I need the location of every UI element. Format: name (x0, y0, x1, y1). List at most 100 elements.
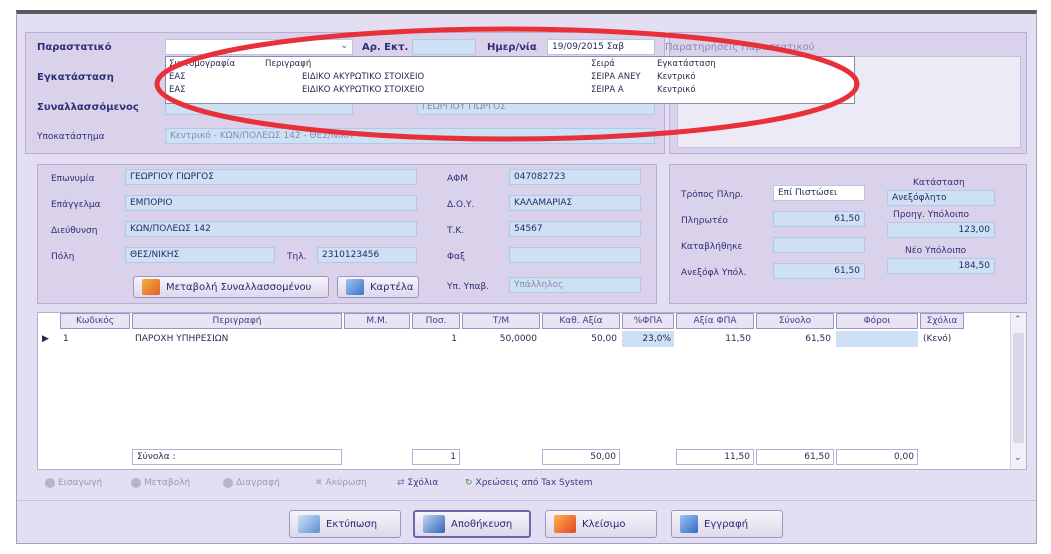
people-icon (142, 279, 160, 295)
col-header-foroi[interactable]: Φόροι (836, 313, 918, 329)
totals-label: Σύνολα : (132, 449, 342, 465)
change-customer-button[interactable]: Μεταβολή Συναλλασσομένου (133, 276, 329, 298)
col-header-pos[interactable]: Ποσ. (412, 313, 460, 329)
total-kath: 50,00 (542, 449, 620, 465)
edit-line-label: Μεταβολή (144, 478, 191, 488)
tropos-label: Τρόπος Πληρ. (681, 190, 744, 200)
epaggelma-field[interactable]: ΕΜΠΟΡΙΟ (125, 195, 417, 211)
pliroteo-field[interactable]: 61,50 (773, 211, 865, 227)
col-header-axfpa[interactable]: Αξία ΦΠΑ (676, 313, 754, 329)
neo-label: Νέο Υπόλοιπο (905, 246, 967, 256)
document-icon (680, 515, 698, 533)
cell-kath[interactable]: 50,00 (542, 331, 620, 347)
change-customer-label: Μεταβολή Συναλλασσομένου (166, 281, 312, 293)
insert-line-button[interactable]: Εισαγωγή (45, 476, 102, 490)
tax-system-label: Χρεώσεις από Tax System (475, 478, 593, 488)
cross-icon: ✖ (315, 478, 323, 488)
cancel-line-label: Ακύρωση (325, 478, 367, 488)
ypokatastima-label: Υποκατάστημα (37, 132, 105, 142)
total-synolo: 61,50 (756, 449, 834, 465)
delete-icon (223, 478, 233, 488)
tax-system-button[interactable]: ↻ Χρεώσεις από Tax System (465, 476, 593, 490)
close-button[interactable]: Κλείσιμο (545, 510, 657, 538)
yp-select[interactable]: Υπάλληλος (509, 277, 641, 293)
cell-mm[interactable] (344, 331, 410, 347)
egkatastasi-label: Εγκατάσταση (37, 72, 114, 83)
eponymia-field[interactable]: ΓΕΩΡΓΙΟΥ ΓΙΩΡΓΟΣ (125, 169, 417, 185)
document-window: Παραστατικό ⌄ Αρ. Εκτ. Ημερ/νία 19/09/20… (16, 10, 1037, 544)
eponymia-label: Επωνυμία (51, 174, 95, 184)
col-header-kath[interactable]: Καθ. Αξία (542, 313, 620, 329)
total-foroi: 0,00 (836, 449, 918, 465)
til-field[interactable]: 2310123456 (317, 247, 417, 263)
dieuthynsi-field[interactable]: ΚΩΝ/ΠΟΛΕΩΣ 142 (125, 221, 417, 237)
col-header-sxolia[interactable]: Σχόλια (920, 313, 964, 329)
annotation-ellipse (154, 26, 860, 142)
cell-pfpa[interactable]: 23,0% (622, 331, 674, 347)
col-header-tm[interactable]: Τ/Μ (462, 313, 540, 329)
cell-foroi[interactable] (836, 331, 918, 347)
til-label: Τηλ. (287, 252, 307, 262)
katastasi-field: Ανεξόφλητο (887, 190, 995, 206)
close-icon (554, 515, 576, 533)
footer-divider (17, 500, 1036, 501)
edit-line-button[interactable]: Μεταβολή (131, 476, 190, 490)
cell-axfpa[interactable]: 11,50 (676, 331, 754, 347)
cell-perigrafi[interactable]: ΠΑΡΟΧΗ ΥΠΗΡΕΣΙΩΝ (132, 331, 342, 347)
tropos-select[interactable]: Επί Πιστώσει (773, 185, 865, 201)
total-qty: 1 (412, 449, 460, 465)
insert-line-label: Εισαγωγή (58, 478, 103, 488)
afm-field[interactable]: 047082723 (509, 169, 641, 185)
katastasi-label: Κατάσταση (913, 178, 965, 188)
scroll-up-icon[interactable]: ⌃ (1014, 315, 1022, 325)
print-button[interactable]: Εκτύπωση (289, 510, 401, 538)
card-icon (346, 279, 364, 295)
synallassomenos-label: Συναλλασσόμενος (37, 102, 139, 113)
comments-icon: ⇄ (397, 478, 405, 488)
grid-scrollbar[interactable]: ⌃ ⌄ (1010, 313, 1026, 469)
dieuthynsi-label: Διεύθυνση (51, 226, 98, 236)
close-label: Κλείσιμο (582, 518, 626, 530)
comments-button[interactable]: ⇄ Σχόλια (397, 476, 438, 490)
doy-label: Δ.Ο.Υ. (447, 200, 475, 210)
cancel-line-button[interactable]: ✖ Ακύρωση (315, 476, 367, 490)
poli-field[interactable]: ΘΕΣ/ΝΙΚΗΣ (125, 247, 275, 263)
tk-field[interactable]: 54567 (509, 221, 641, 237)
delete-line-label: Διαγραφή (236, 478, 280, 488)
col-header-kodikos[interactable]: Κωδικός (60, 313, 130, 329)
scroll-down-icon[interactable]: ⌄ (1014, 453, 1022, 463)
kartela-button[interactable]: Καρτέλα (337, 276, 419, 298)
scroll-thumb[interactable] (1013, 333, 1024, 443)
save-label: Αποθήκευση (451, 518, 513, 530)
save-button[interactable]: Αποθήκευση (413, 510, 531, 538)
cell-sxolia[interactable]: (Κενό) (920, 331, 964, 347)
proig-field: 123,00 (887, 222, 995, 238)
anexofl-label: Ανεξόφλ Υπόλ. (681, 268, 747, 278)
delete-line-button[interactable]: Διαγραφή (223, 476, 280, 490)
line-items-grid[interactable]: Κωδικός Περιγραφή Μ.Μ. Ποσ. Τ/Μ Καθ. Αξί… (37, 312, 1027, 470)
col-header-pfpa[interactable]: %ΦΠΑ (622, 313, 674, 329)
row-indicator-icon: ▶ (42, 334, 49, 344)
col-header-perigrafi[interactable]: Περιγραφή (132, 313, 342, 329)
anexofl-field[interactable]: 61,50 (773, 263, 865, 279)
fax-label: Φαξ (447, 252, 466, 262)
pliroteo-label: Πληρωτέο (681, 216, 728, 226)
yp-label: Υπ. Υπαβ. (447, 282, 490, 292)
neo-field: 184,50 (887, 258, 995, 274)
insert-icon (45, 478, 55, 488)
col-header-synolo[interactable]: Σύνολο (756, 313, 834, 329)
cell-synolo[interactable]: 61,50 (756, 331, 834, 347)
cell-kodikos[interactable]: 1 (60, 331, 130, 347)
cell-tm[interactable]: 50,0000 (462, 331, 540, 347)
edit-icon (131, 478, 141, 488)
katavlithike-field[interactable] (773, 237, 865, 253)
recycle-icon: ↻ (465, 478, 473, 488)
fax-field[interactable] (509, 247, 641, 263)
save-icon (423, 515, 445, 533)
afm-label: ΑΦΜ (447, 174, 469, 184)
cell-pos[interactable]: 1 (412, 331, 460, 347)
parastatiko-label: Παραστατικό (37, 42, 112, 53)
doy-field[interactable]: ΚΑΛΑΜΑΡΙΑΣ (509, 195, 641, 211)
col-header-mm[interactable]: Μ.Μ. (344, 313, 410, 329)
register-button[interactable]: Εγγραφή (671, 510, 783, 538)
